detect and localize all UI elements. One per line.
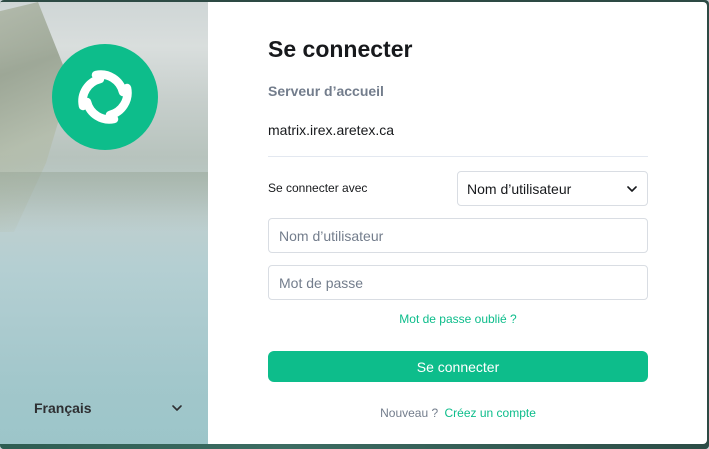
chevron-down-icon xyxy=(172,405,182,411)
sign-in-button[interactable]: Se connecter xyxy=(268,351,648,382)
window-bottom-edge xyxy=(0,444,709,449)
username-input[interactable] xyxy=(268,218,648,253)
chevron-down-icon xyxy=(627,185,637,192)
forgot-password-link[interactable]: Mot de passe oublié ? xyxy=(268,312,648,326)
language-label: Français xyxy=(34,400,92,416)
divider xyxy=(268,156,648,157)
background-shore xyxy=(0,172,208,232)
create-account-link[interactable]: Créez un compte xyxy=(445,406,536,420)
password-input[interactable] xyxy=(268,265,648,300)
login-method-select[interactable]: Nom d’utilisateur xyxy=(457,171,648,206)
login-method-value: Nom d’utilisateur xyxy=(467,180,572,197)
new-user-question: Nouveau ? xyxy=(380,406,439,420)
homeserver-value: matrix.irex.aretex.ca xyxy=(268,122,395,138)
language-selector[interactable]: Français xyxy=(34,397,184,419)
login-method-label: Se connecter avec xyxy=(268,181,368,195)
page-title: Se connecter xyxy=(268,36,413,62)
element-logo-icon xyxy=(52,44,158,150)
login-window: Français Se connecter Serveur d’accueil … xyxy=(0,0,709,449)
homeserver-label: Serveur d’accueil xyxy=(268,83,384,99)
create-account-footer: Nouveau ? Créez un compte xyxy=(268,406,648,420)
background-panel: Français xyxy=(0,2,208,446)
login-card: Se connecter Serveur d’accueil matrix.ir… xyxy=(208,2,707,444)
